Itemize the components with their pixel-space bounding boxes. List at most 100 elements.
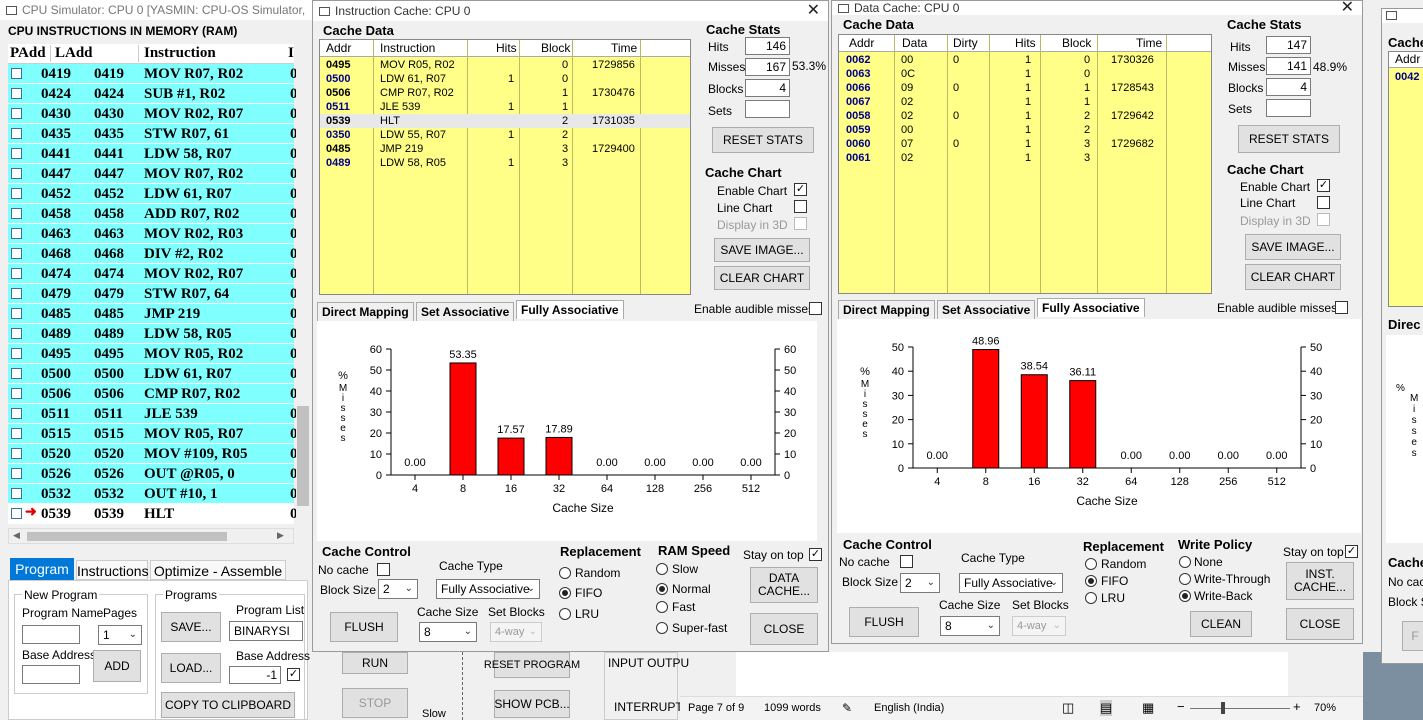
breakpoint-checkbox[interactable] — [11, 248, 22, 259]
input-output-button[interactable]: INPUT OUTPU — [608, 656, 689, 670]
breakpoint-checkbox[interactable] — [11, 208, 22, 219]
dcache-row[interactable]: 0060 07 0 1 3 1729682 — [839, 137, 1211, 151]
dcache-row[interactable]: 0058 02 0 1 2 1729642 — [839, 109, 1211, 123]
clear-chart-button[interactable]: CLEAR CHART — [714, 266, 810, 290]
icache-row[interactable]: 0500 LDW 61, R07 1 0 — [320, 72, 690, 86]
ram-row[interactable]: 0520 0520 MOV #109, R05 0 — [8, 444, 298, 464]
icache-close-button[interactable]: CLOSE — [750, 613, 818, 645]
radio-random[interactable] — [1085, 558, 1097, 570]
breakpoint-checkbox[interactable] — [11, 488, 22, 499]
dcache-row[interactable]: 0061 02 1 3 — [839, 151, 1211, 165]
base-address-checkbox[interactable]: ✓ — [287, 668, 300, 681]
ram-row[interactable]: 0495 0495 MOV R05, R02 0 — [8, 344, 298, 364]
save-program-button[interactable]: SAVE... — [161, 612, 221, 642]
ram-row[interactable]: ➜ 0539 0539 HLT 0 — [8, 504, 298, 524]
col-padd[interactable]: PAdd — [10, 45, 46, 62]
dcache-row[interactable]: 0059 00 1 2 — [839, 123, 1211, 137]
close-icon[interactable]: ✕ — [807, 1, 820, 21]
breakpoint-checkbox[interactable] — [11, 168, 22, 179]
breakpoint-checkbox[interactable] — [11, 128, 22, 139]
icache-row[interactable]: 0350 LDW 55, R07 1 2 — [320, 128, 690, 142]
tab-instructions[interactable]: Instructions — [76, 560, 149, 580]
zoom-slider[interactable] — [1190, 708, 1290, 709]
breakpoint-checkbox[interactable] — [11, 268, 22, 279]
breakpoint-checkbox[interactable] — [11, 348, 22, 359]
breakpoint-checkbox[interactable] — [11, 408, 22, 419]
zoom-level[interactable]: 70% — [1314, 702, 1336, 714]
line-chart-checkbox[interactable] — [1317, 196, 1330, 209]
radio-none[interactable] — [1179, 556, 1191, 568]
partial-flush-button[interactable]: F — [1402, 621, 1423, 651]
col-hits[interactable]: Hits — [496, 41, 517, 55]
ram-row[interactable]: 0526 0526 OUT @R05, 00 — [8, 464, 298, 484]
col-instruction[interactable]: Instruction — [380, 41, 435, 55]
breakpoint-checkbox[interactable] — [11, 368, 22, 379]
col-instruction[interactable]: Instruction — [138, 45, 216, 62]
ram-row[interactable]: 0458 0458 ADD R07, R02 0 — [8, 204, 298, 224]
breakpoint-checkbox[interactable] — [11, 468, 22, 479]
zoom-thumb[interactable] — [1221, 702, 1225, 714]
hscroll-thumb[interactable] — [27, 532, 227, 541]
block-size-select[interactable]: 2 ⌄ — [900, 573, 940, 593]
set-blocks-select[interactable]: 4-way ⌄ — [490, 622, 542, 642]
ram-row[interactable]: 0447 0447 MOV R07, R02 0 — [8, 164, 298, 184]
ram-row[interactable]: 0474 0474 MOV R02, R07 0 — [8, 264, 298, 284]
ram-hscrollbar[interactable]: ◀ ▶ — [8, 528, 294, 544]
ram-row[interactable]: 0506 0506 CMP R07, R02 0 — [8, 384, 298, 404]
base-address-input[interactable] — [22, 665, 80, 684]
icache-row[interactable]: 0506 CMP R07, R02 1 1730476 — [320, 86, 690, 100]
flush-button[interactable]: FLUSH — [849, 607, 919, 637]
status-language[interactable]: English (India) — [874, 702, 944, 714]
set-blocks-select[interactable]: 4-way ⌄ — [1012, 616, 1066, 636]
breakpoint-checkbox[interactable] — [11, 188, 22, 199]
ram-row[interactable]: 0485 0485 JMP 219 0 — [8, 304, 298, 324]
ram-row[interactable]: 0489 0489 LDW 58, R05 0 — [8, 324, 298, 344]
base-address2-input[interactable]: -1 — [229, 666, 281, 684]
load-program-button[interactable]: LOAD... — [161, 653, 221, 683]
speed-slider[interactable] — [462, 652, 464, 720]
breakpoint-checkbox[interactable] — [11, 148, 22, 159]
web-layout-icon[interactable]: ▦ — [1142, 700, 1154, 716]
radio-random[interactable] — [559, 567, 571, 579]
ram-row[interactable]: 0441 0441 LDW 58, R07 0 — [8, 144, 298, 164]
cache-size-select[interactable]: 8 ⌄ — [940, 616, 1000, 636]
stay-on-top-checkbox[interactable]: ✓ — [809, 548, 822, 561]
ram-row[interactable]: 0515 0515 MOV R05, R07 0 — [8, 424, 298, 444]
display-3d-checkbox[interactable] — [1317, 213, 1330, 226]
block-size-select[interactable]: 2 ⌄ — [378, 579, 418, 599]
display-3d-checkbox[interactable] — [794, 217, 807, 230]
radio-fifo[interactable] — [559, 587, 571, 599]
close-icon[interactable]: ✕ — [1341, 1, 1354, 15]
tab-set-associative[interactable]: Set Associative — [937, 300, 1036, 319]
cache-type-select[interactable]: Fully Associative ⌄ — [436, 579, 540, 599]
reset-program-button[interactable]: RESET PROGRAM — [484, 652, 580, 678]
save-image-button[interactable]: SAVE IMAGE... — [1245, 234, 1341, 260]
clean-button[interactable]: CLEAN — [1190, 611, 1252, 637]
tab-optimize[interactable]: Optimize - Assemble — [150, 560, 286, 580]
icache-row[interactable]: 0489 LDW 58, R05 1 3 — [320, 156, 690, 170]
col-data[interactable]: Data — [902, 36, 927, 50]
no-cache-checkbox[interactable] — [377, 563, 390, 576]
add-button[interactable]: ADD — [93, 650, 141, 682]
enable-chart-checkbox[interactable]: ✓ — [1317, 179, 1330, 192]
ram-row[interactable]: 0419 0419 MOV R07, R02 0 — [8, 64, 298, 84]
radio-super-fast[interactable] — [656, 622, 668, 634]
breakpoint-checkbox[interactable] — [11, 328, 22, 339]
breakpoint-checkbox[interactable] — [11, 88, 22, 99]
breakpoint-checkbox[interactable] — [11, 428, 22, 439]
audible-misses-checkbox[interactable] — [1335, 301, 1348, 314]
stop-button[interactable]: STOP — [342, 688, 408, 718]
dcache-row[interactable]: 0067 02 1 1 — [839, 95, 1211, 109]
program-name-input[interactable] — [22, 625, 80, 644]
col-addr[interactable]: Addr — [849, 36, 874, 50]
cache-size-select[interactable]: 8 ⌄ — [419, 622, 477, 642]
icache-row[interactable]: 0511 JLE 539 1 1 — [320, 100, 690, 114]
status-page[interactable]: Page 7 of 9 — [688, 702, 744, 714]
ram-row[interactable]: 0479 0479 STW R07, 64 0 — [8, 284, 298, 304]
ram-row[interactable]: 0463 0463 MOV R02, R03 0 — [8, 224, 298, 244]
breakpoint-checkbox[interactable] — [11, 228, 22, 239]
ram-row[interactable]: 0430 0430 MOV R02, R07 0 — [8, 104, 298, 124]
icache-row[interactable]: 0495 MOV R05, R02 0 1729856 — [320, 58, 690, 72]
col-block[interactable]: Block — [541, 41, 570, 55]
no-cache-checkbox[interactable] — [900, 555, 913, 568]
